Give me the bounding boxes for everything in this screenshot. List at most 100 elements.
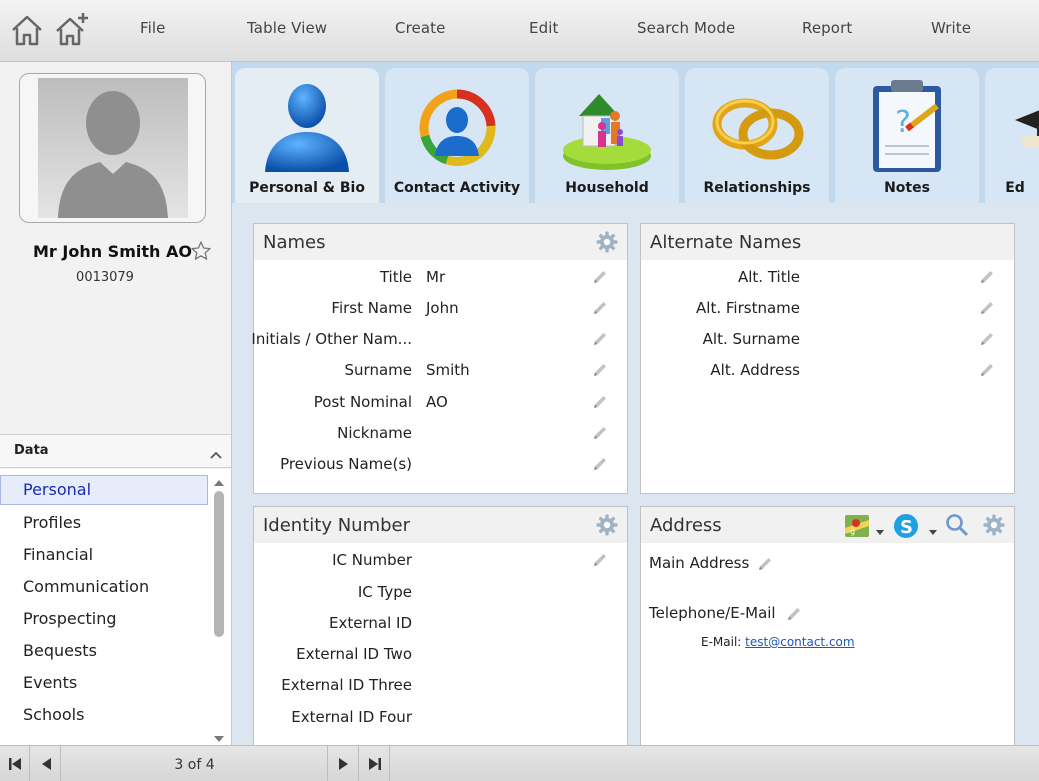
data-item-bequests[interactable]: Bequests (0, 636, 208, 666)
panel-header: Address g S (641, 507, 1014, 543)
data-item-events[interactable]: Events (0, 668, 208, 698)
top-menu-bar: File Table View Create Edit Search Mode … (0, 0, 1039, 62)
field-label-alt-surname: Alt. Surname (702, 330, 800, 348)
field-value-first-name[interactable]: John (426, 299, 459, 317)
field-label-post-nominal: Post Nominal (313, 393, 412, 411)
pencil-icon[interactable] (592, 456, 608, 472)
next-record-button[interactable] (329, 746, 359, 781)
data-item-personal[interactable]: Personal (0, 475, 208, 505)
alternate-names-panel: Alternate Names Alt. Title Alt. Firstnam… (640, 223, 1015, 494)
tab-notes[interactable]: ? Notes (835, 68, 979, 203)
pencil-icon[interactable] (592, 269, 608, 285)
caret-down-icon[interactable] (875, 522, 885, 535)
first-record-button[interactable] (0, 746, 30, 781)
field-label-external-id-three: External ID Three (281, 676, 412, 694)
panel-title: Names (263, 232, 326, 253)
field-label-alt-address: Alt. Address (710, 361, 800, 379)
menu-edit[interactable]: Edit (529, 19, 558, 37)
identity-number-panel: Identity Number IC Number IC Type Extern… (253, 506, 628, 756)
menu-write[interactable]: Write (931, 19, 971, 37)
data-list-scrollbar[interactable] (211, 469, 227, 745)
left-pane: Mr John Smith AO 0013079 Data Personal P… (0, 62, 232, 745)
gear-icon[interactable] (596, 231, 618, 253)
pencil-icon[interactable] (592, 362, 608, 378)
data-item-communication[interactable]: Communication (0, 572, 208, 602)
pencil-icon[interactable] (979, 362, 995, 378)
field-label-alt-title: Alt. Title (738, 268, 800, 286)
pencil-icon[interactable] (979, 269, 995, 285)
field-label-ic-number: IC Number (332, 551, 412, 569)
pencil-icon[interactable] (786, 606, 802, 622)
menu-file[interactable]: File (140, 19, 166, 37)
last-record-icon (369, 758, 381, 770)
last-record-button[interactable] (360, 746, 390, 781)
pencil-icon[interactable] (979, 300, 995, 316)
pencil-icon[interactable] (592, 552, 608, 568)
tab-contact-activity[interactable]: Contact Activity (385, 68, 529, 203)
field-label-initials: Initials / Other Nam... (251, 330, 412, 348)
field-value-title[interactable]: Mr (426, 268, 445, 286)
field-label-nickname: Nickname (337, 424, 412, 442)
previous-record-icon (42, 758, 51, 770)
main-content: Personal & Bio Contact Activity Househol… (232, 62, 1039, 756)
contact-name: Mr John Smith AO (33, 242, 192, 261)
panel-title: Identity Number (263, 515, 411, 536)
menu-table-view[interactable]: Table View (247, 19, 327, 37)
gear-icon[interactable] (983, 514, 1005, 536)
tab-label: Ed (1005, 180, 1025, 196)
tab-household[interactable]: Household (535, 68, 679, 203)
menu-search-mode[interactable]: Search Mode (637, 19, 735, 37)
pencil-icon[interactable] (757, 556, 773, 572)
search-icon[interactable] (945, 513, 969, 537)
panel-header: Names (254, 224, 627, 260)
field-label-ic-type: IC Type (357, 583, 412, 601)
field-label-surname: Surname (344, 361, 412, 379)
record-count: 3 of 4 (62, 746, 328, 781)
pencil-icon[interactable] (592, 394, 608, 410)
tab-label: Notes (884, 180, 930, 196)
scroll-up-icon[interactable] (213, 473, 225, 486)
field-label-external-id: External ID (329, 614, 412, 632)
email-label: E-Mail: (701, 635, 742, 649)
home-icon[interactable] (9, 12, 45, 48)
graduation-cap-icon (1007, 76, 1039, 176)
field-value-surname[interactable]: Smith (426, 361, 470, 379)
field-label-first-name: First Name (331, 299, 412, 317)
data-item-financial[interactable]: Financial (0, 540, 208, 570)
pencil-icon[interactable] (592, 331, 608, 347)
caret-down-icon[interactable] (928, 522, 938, 535)
previous-record-button[interactable] (31, 746, 61, 781)
data-item-profiles[interactable]: Profiles (0, 508, 208, 538)
tab-education[interactable]: Ed (985, 68, 1039, 203)
scroll-thumb[interactable] (214, 491, 224, 637)
data-item-prospecting[interactable]: Prospecting (0, 604, 208, 634)
chevron-up-icon[interactable] (210, 445, 222, 459)
tab-relationships[interactable]: Relationships (685, 68, 829, 203)
email-row: E-Mail: test@contact.com (701, 635, 855, 649)
skype-icon[interactable]: S (892, 512, 920, 540)
tab-personal-bio[interactable]: Personal & Bio (235, 68, 379, 203)
star-icon[interactable] (190, 240, 212, 262)
data-item-schools[interactable]: Schools (0, 700, 208, 730)
email-link[interactable]: test@contact.com (745, 635, 854, 649)
contact-id: 0013079 (76, 270, 134, 285)
pencil-icon[interactable] (979, 331, 995, 347)
menu-report[interactable]: Report (802, 19, 852, 37)
pencil-icon[interactable] (592, 300, 608, 316)
tab-label: Household (565, 180, 649, 196)
scroll-down-icon[interactable] (213, 729, 225, 742)
field-value-post-nominal[interactable]: AO (426, 393, 448, 411)
rings-icon (707, 76, 807, 176)
data-section-label: Data (14, 443, 49, 458)
profile-photo[interactable] (19, 73, 206, 223)
panel-header: Identity Number (254, 507, 627, 543)
telephone-email-label: Telephone/E-Mail (649, 604, 776, 622)
menu-create[interactable]: Create (395, 19, 445, 37)
names-panel: Names Title Mr First Name John Initials … (251, 223, 628, 494)
new-home-icon[interactable] (54, 12, 90, 48)
gear-icon[interactable] (596, 514, 618, 536)
data-section-header[interactable]: Data (0, 434, 231, 468)
map-icon[interactable]: g (844, 514, 870, 538)
pencil-icon[interactable] (592, 425, 608, 441)
household-icon (557, 76, 657, 176)
